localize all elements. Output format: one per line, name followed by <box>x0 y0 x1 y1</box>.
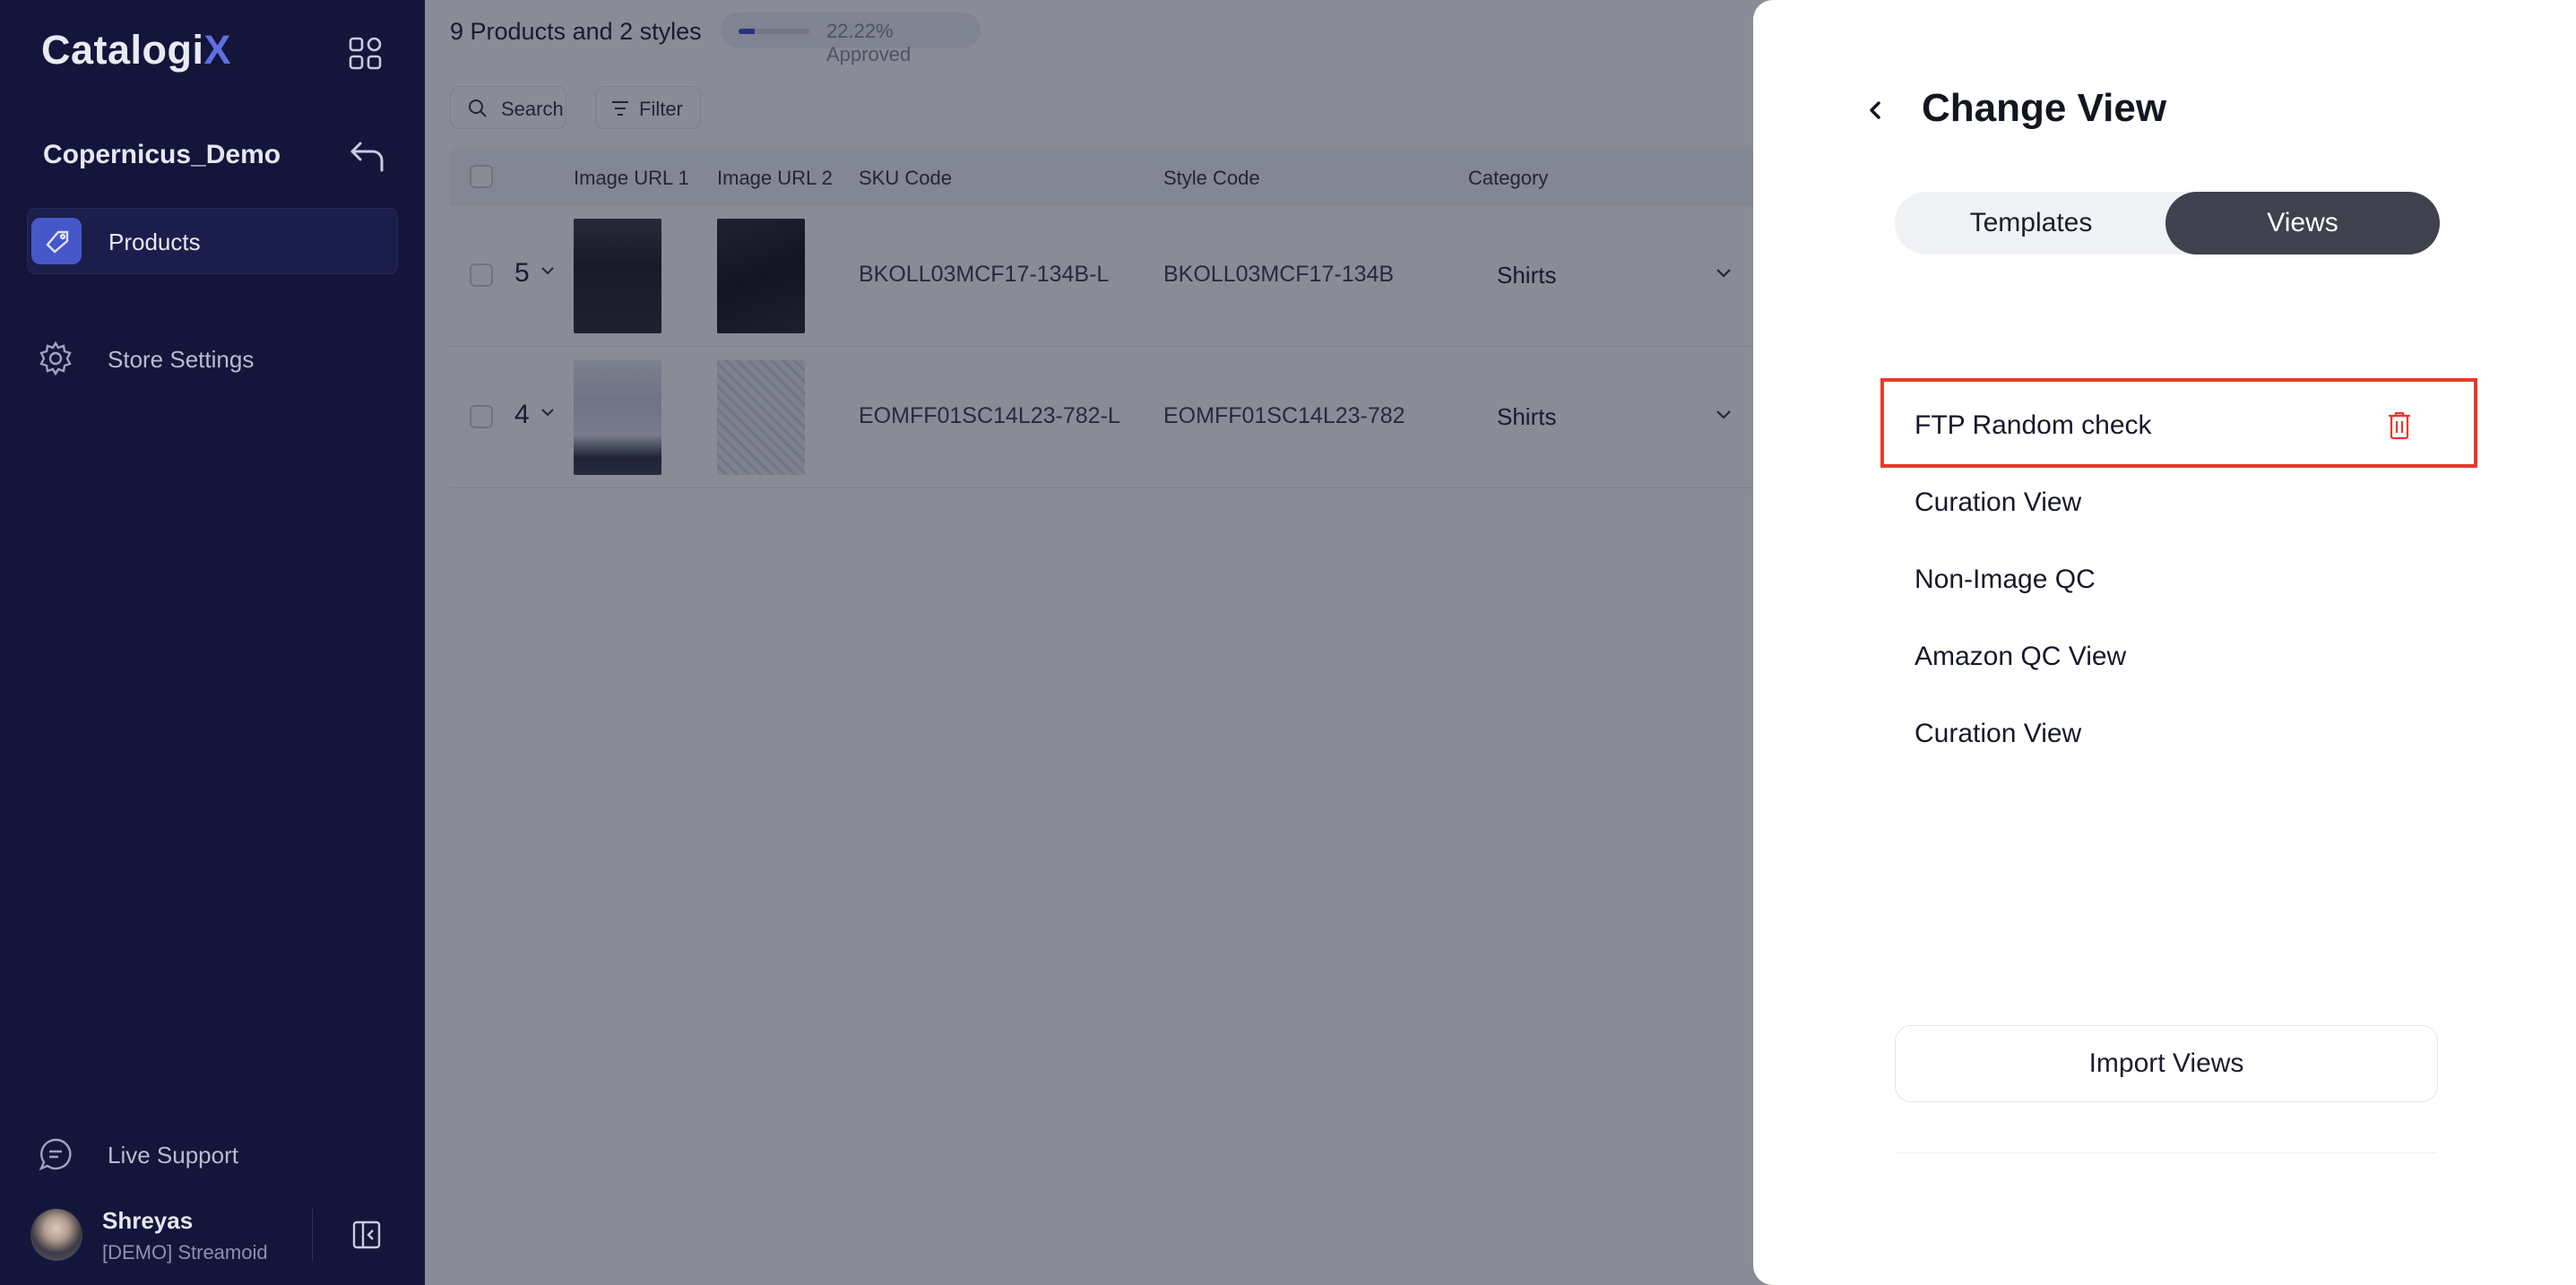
user-name: Shreyas <box>102 1207 194 1234</box>
sidebar-item-label: Store Settings <box>108 346 255 373</box>
column-header[interactable]: Style Code <box>1163 167 1260 190</box>
collapse-sidebar-icon[interactable] <box>351 1220 382 1250</box>
row-checkbox[interactable] <box>470 263 493 287</box>
divider <box>1895 1152 2438 1153</box>
sidebar-item-products[interactable]: Products <box>27 208 398 274</box>
view-mode-toggle: Templates Views <box>1895 192 2440 254</box>
row-checkbox[interactable] <box>470 405 493 428</box>
app-logo: CatalogiX <box>41 27 232 73</box>
delete-trash-icon[interactable] <box>2386 410 2413 441</box>
column-header[interactable]: Image URL 1 <box>574 167 689 190</box>
expand-chevron-icon[interactable] <box>540 407 556 418</box>
progress-fill <box>739 29 755 34</box>
panel-title: Change View <box>1922 86 2167 130</box>
expand-chevron-icon[interactable] <box>540 265 556 276</box>
live-support-label: Live Support <box>108 1142 238 1169</box>
page-title: 9 Products and 2 styles <box>450 18 702 45</box>
avatar <box>30 1209 82 1261</box>
approval-text: 22.22% Approved <box>826 20 912 65</box>
view-item[interactable]: Curation View <box>1915 719 2081 749</box>
change-view-panel: Change View Templates Views FTP Random c… <box>1753 0 2576 1285</box>
gear-icon <box>39 341 72 376</box>
column-header[interactable]: Image URL 2 <box>717 167 833 190</box>
import-views-button[interactable]: Import Views <box>1895 1025 2438 1102</box>
chevron-down-icon[interactable] <box>1714 267 1733 280</box>
workspace-name: Copernicus_Demo <box>43 140 281 169</box>
product-image[interactable] <box>717 360 805 475</box>
tag-icon <box>31 218 82 264</box>
chat-icon <box>39 1138 72 1171</box>
select-all-checkbox[interactable] <box>470 165 493 188</box>
sidebar-item-label: Products <box>108 229 201 255</box>
product-image[interactable] <box>574 219 661 333</box>
column-header[interactable]: Category <box>1468 167 1548 190</box>
product-image[interactable] <box>574 360 661 475</box>
column-header[interactable]: SKU Code <box>859 167 952 190</box>
search-icon <box>469 99 487 117</box>
apps-grid-icon[interactable] <box>348 36 384 72</box>
chevron-down-icon[interactable] <box>1714 409 1733 421</box>
filter-icon <box>612 101 628 116</box>
divider <box>312 1209 313 1261</box>
sku-code: BKOLL03MCF17-134B-L <box>859 262 1110 287</box>
progress-track <box>739 29 810 34</box>
sidebar-item-store-settings[interactable]: Store Settings <box>27 330 398 389</box>
style-count: 5 <box>514 258 530 288</box>
return-icon[interactable] <box>348 136 387 176</box>
user-profile[interactable]: Shreyas [DEMO] Streamoid <box>30 1205 407 1268</box>
filter-label: Filter <box>639 98 683 120</box>
search-button[interactable]: Search <box>450 86 566 129</box>
filter-button[interactable]: Filter <box>595 86 701 129</box>
approval-progress: 22.22% Approved <box>721 13 981 65</box>
live-support-link[interactable]: Live Support <box>27 1127 398 1181</box>
product-image[interactable] <box>717 219 805 333</box>
back-chevron-icon[interactable] <box>1863 95 1888 125</box>
sidebar: CatalogiX Copernicus_Demo Products Store… <box>0 0 425 1285</box>
user-org: [DEMO] Streamoid <box>102 1241 268 1263</box>
view-item[interactable]: Non-Image QC <box>1915 565 2096 595</box>
view-item[interactable]: Curation View <box>1915 487 2081 518</box>
category-value[interactable]: Shirts <box>1497 262 1556 289</box>
style-code: BKOLL03MCF17-134B <box>1163 262 1395 287</box>
style-code: EOMFF01SC14L23-782 <box>1163 403 1405 428</box>
view-item[interactable]: FTP Random check <box>1915 410 2152 441</box>
tab-templates[interactable]: Templates <box>1895 192 2167 254</box>
category-value[interactable]: Shirts <box>1497 403 1556 431</box>
style-count: 4 <box>514 400 530 429</box>
view-item[interactable]: Amazon QC View <box>1915 642 2126 672</box>
tab-views[interactable]: Views <box>2165 192 2440 254</box>
sku-code: EOMFF01SC14L23-782-L <box>859 403 1120 428</box>
search-label: Search <box>501 98 564 120</box>
